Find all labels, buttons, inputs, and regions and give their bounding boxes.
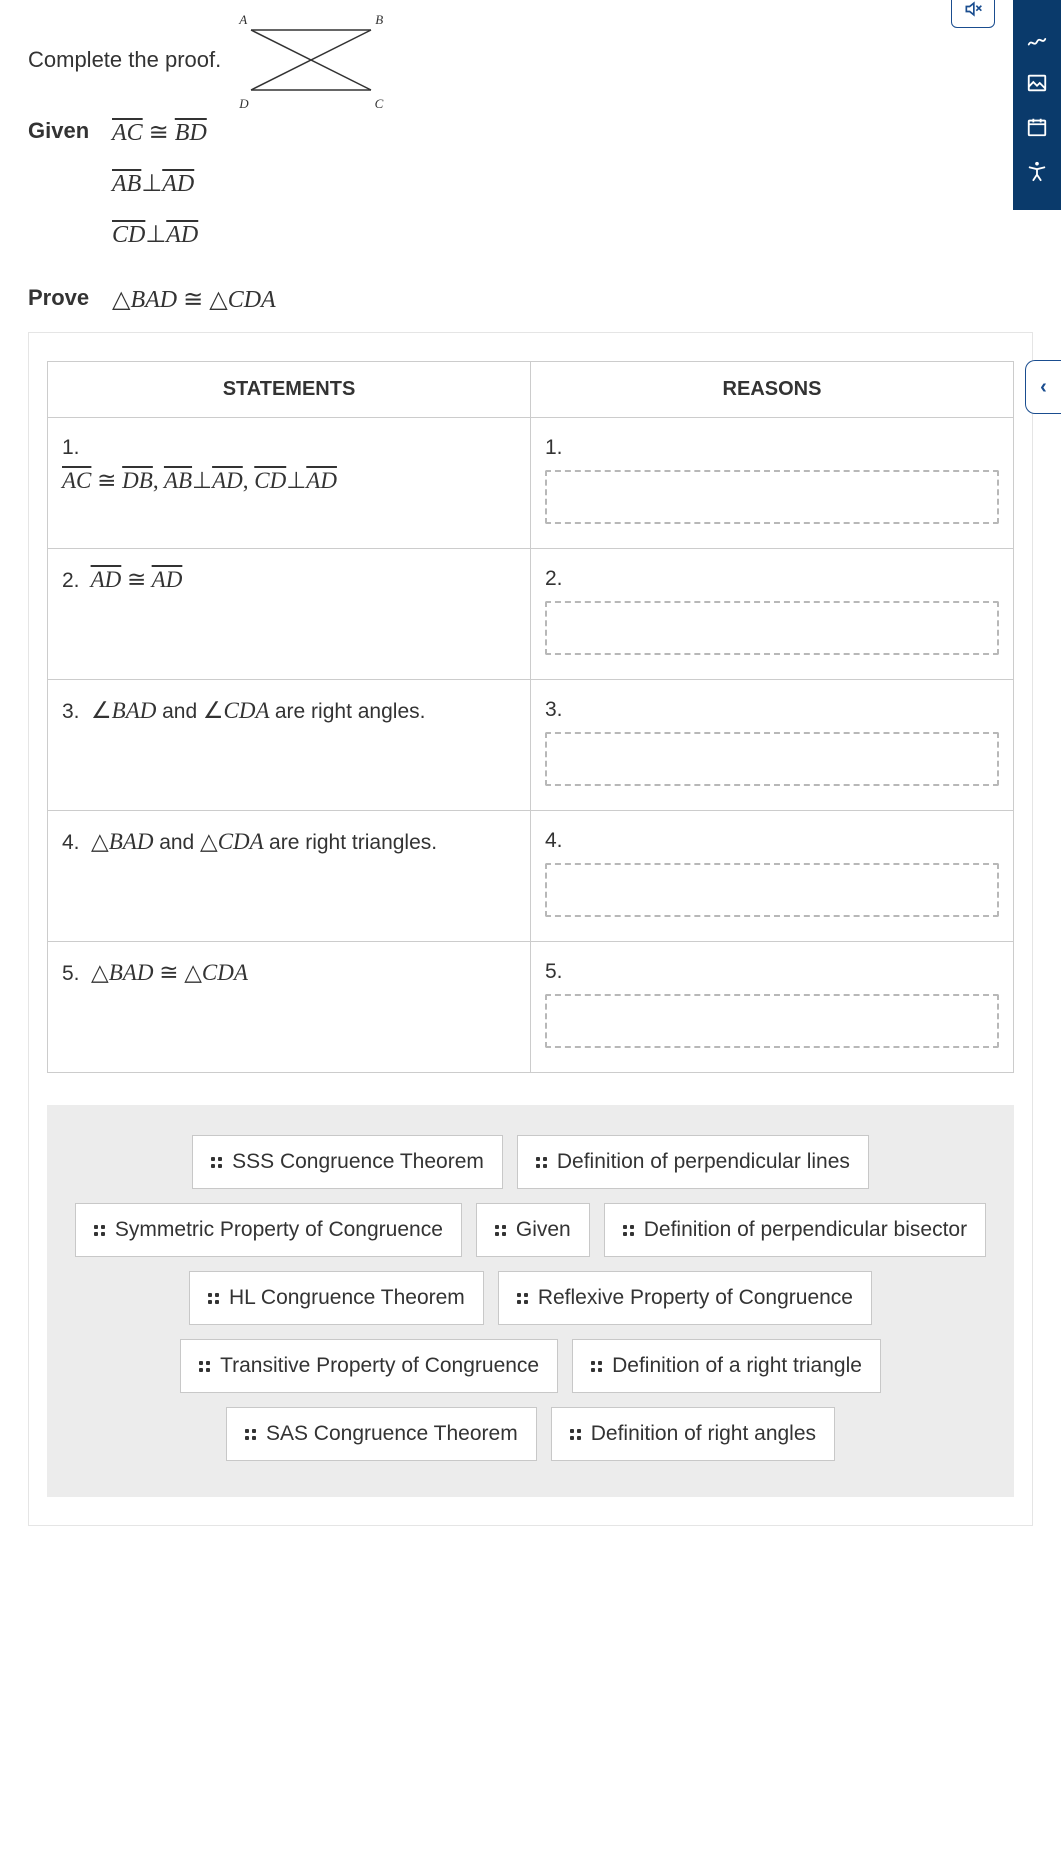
reason-number: 4.: [545, 829, 999, 853]
reason-dropzone-3[interactable]: [545, 732, 999, 786]
answer-tile[interactable]: Given: [476, 1203, 590, 1257]
prove-label: Prove: [28, 285, 98, 311]
given-line-1: AC ≅ BD: [112, 118, 207, 147]
drag-grip-icon: [536, 1157, 547, 1168]
tile-label: Definition of right angles: [591, 1422, 816, 1446]
proof-diagram: A B C D: [241, 20, 381, 100]
reason-number: 5.: [545, 960, 999, 984]
collapse-panel-button[interactable]: ‹: [1025, 360, 1061, 414]
chevron-left-icon: ‹: [1040, 376, 1047, 399]
reason-number: 1.: [545, 436, 999, 460]
drag-grip-icon: [517, 1293, 528, 1304]
reason-number: 2.: [545, 567, 999, 591]
vertex-d-label: D: [239, 96, 248, 112]
tile-label: HL Congruence Theorem: [229, 1286, 465, 1310]
drag-grip-icon: [245, 1429, 256, 1440]
reason-dropzone-2[interactable]: [545, 601, 999, 655]
drag-grip-icon: [570, 1429, 581, 1440]
tile-label: SAS Congruence Theorem: [266, 1422, 518, 1446]
tile-label: Definition of perpendicular lines: [557, 1150, 850, 1174]
proof-container: STATEMENTS REASONS 1. AC ≅ DB, AB⊥AD, CD…: [28, 332, 1033, 1526]
table-row: 1. AC ≅ DB, AB⊥AD, CD⊥AD 1.: [48, 418, 1014, 549]
statement-body: 2. AD ≅ AD: [62, 567, 516, 593]
reason-dropzone-5[interactable]: [545, 994, 999, 1048]
audio-mute-button[interactable]: [951, 0, 995, 28]
drag-grip-icon: [495, 1225, 506, 1236]
answer-tile[interactable]: SAS Congruence Theorem: [226, 1407, 537, 1461]
reason-number: 3.: [545, 698, 999, 722]
image-icon[interactable]: [1026, 72, 1048, 94]
tile-label: Reflexive Property of Congruence: [538, 1286, 853, 1310]
answer-tile[interactable]: Symmetric Property of Congruence: [75, 1203, 462, 1257]
answer-tile[interactable]: Definition of perpendicular lines: [517, 1135, 869, 1189]
scribble-icon[interactable]: [1026, 28, 1048, 50]
prove-expression: △BAD ≅ △CDA: [112, 285, 276, 314]
drag-grip-icon: [591, 1361, 602, 1372]
tile-label: Definition of perpendicular bisector: [644, 1218, 967, 1242]
calendar-icon[interactable]: [1026, 116, 1048, 138]
accessibility-icon[interactable]: [1026, 160, 1048, 182]
statement-body: 3. ∠BAD and ∠CDA are right angles.: [62, 698, 516, 724]
question-content: Complete the proof. A B C D Given AC ≅ B…: [0, 0, 1061, 1566]
proof-table: STATEMENTS REASONS 1. AC ≅ DB, AB⊥AD, CD…: [47, 361, 1014, 1073]
tile-label: Transitive Property of Congruence: [220, 1354, 539, 1378]
vertex-a-label: A: [239, 12, 247, 28]
answer-tile[interactable]: HL Congruence Theorem: [189, 1271, 484, 1325]
statement-body: 4. △BAD and △CDA are right triangles.: [62, 829, 516, 855]
drag-grip-icon: [211, 1157, 222, 1168]
answer-tile[interactable]: Transitive Property of Congruence: [180, 1339, 558, 1393]
tile-label: Definition of a right triangle: [612, 1354, 862, 1378]
given-label: Given: [28, 118, 98, 144]
reason-dropzone-4[interactable]: [545, 863, 999, 917]
drag-grip-icon: [94, 1225, 105, 1236]
drag-grip-icon: [623, 1225, 634, 1236]
drag-grip-icon: [208, 1293, 219, 1304]
table-row: 3. ∠BAD and ∠CDA are right angles. 3.: [48, 680, 1014, 811]
answer-tile[interactable]: Definition of perpendicular bisector: [604, 1203, 986, 1257]
tile-label: SSS Congruence Theorem: [232, 1150, 484, 1174]
answer-tile-bank: SSS Congruence Theorem Definition of per…: [47, 1105, 1014, 1497]
table-row: 5. △BAD ≅ △CDA 5.: [48, 942, 1014, 1073]
reason-dropzone-1[interactable]: [545, 470, 999, 524]
tile-label: Symmetric Property of Congruence: [115, 1218, 443, 1242]
given-line-2: AB⊥AD: [112, 169, 207, 198]
drag-grip-icon: [199, 1361, 210, 1372]
statement-number: 1.: [62, 436, 516, 460]
answer-tile[interactable]: Definition of right angles: [551, 1407, 835, 1461]
answer-tile[interactable]: Definition of a right triangle: [572, 1339, 881, 1393]
tools-rail: [1013, 0, 1061, 210]
statement-body: AC ≅ DB, AB⊥AD, CD⊥AD: [62, 468, 516, 494]
table-row: 2. AD ≅ AD 2.: [48, 549, 1014, 680]
instruction-text: Complete the proof.: [28, 47, 221, 73]
tile-label: Given: [516, 1218, 571, 1242]
answer-tile[interactable]: Reflexive Property of Congruence: [498, 1271, 872, 1325]
answer-tile[interactable]: SSS Congruence Theorem: [192, 1135, 503, 1189]
statement-body: 5. △BAD ≅ △CDA: [62, 960, 516, 986]
reasons-header: REASONS: [531, 362, 1014, 418]
statements-header: STATEMENTS: [48, 362, 531, 418]
vertex-b-label: B: [375, 12, 383, 28]
given-line-3: CD⊥AD: [112, 220, 207, 249]
table-row: 4. △BAD and △CDA are right triangles. 4.: [48, 811, 1014, 942]
vertex-c-label: C: [375, 96, 384, 112]
